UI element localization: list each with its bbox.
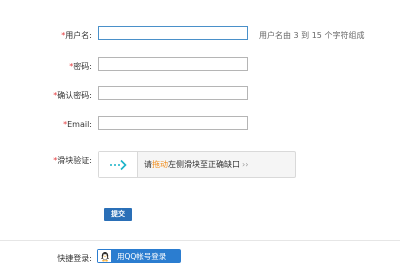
username-input[interactable] <box>98 26 248 40</box>
slider-captcha-handle[interactable] <box>99 152 138 177</box>
double-chevron-right-icon: ›› <box>242 160 249 169</box>
slider-captcha-track: 请拖动左侧滑块至正确缺口 ›› <box>98 151 296 178</box>
confirm-password-label: *确认密码: <box>53 91 92 100</box>
confirm-password-input[interactable] <box>98 86 248 100</box>
divider <box>0 240 400 241</box>
slider-captcha-instruction: 请拖动左侧滑块至正确缺口 ›› <box>144 160 249 169</box>
password-label: *密码: <box>69 62 92 71</box>
username-hint: 用户名由 3 到 15 个字符组成 <box>259 31 365 40</box>
submit-button[interactable]: 提交 <box>104 208 132 221</box>
captcha-label: *滑块验证: <box>53 156 92 165</box>
qq-penguin-icon <box>97 249 112 263</box>
username-label: *用户名: <box>61 31 92 40</box>
dotted-arrow-right-icon <box>110 159 127 170</box>
password-input[interactable] <box>98 57 248 71</box>
quick-login-label: 快捷登录: <box>57 254 92 263</box>
email-label: *Email: <box>63 120 92 129</box>
qq-login-button[interactable]: 用QQ帐号登录 <box>97 249 181 263</box>
email-input[interactable] <box>98 116 248 130</box>
qq-login-label: 用QQ帐号登录 <box>117 251 167 261</box>
